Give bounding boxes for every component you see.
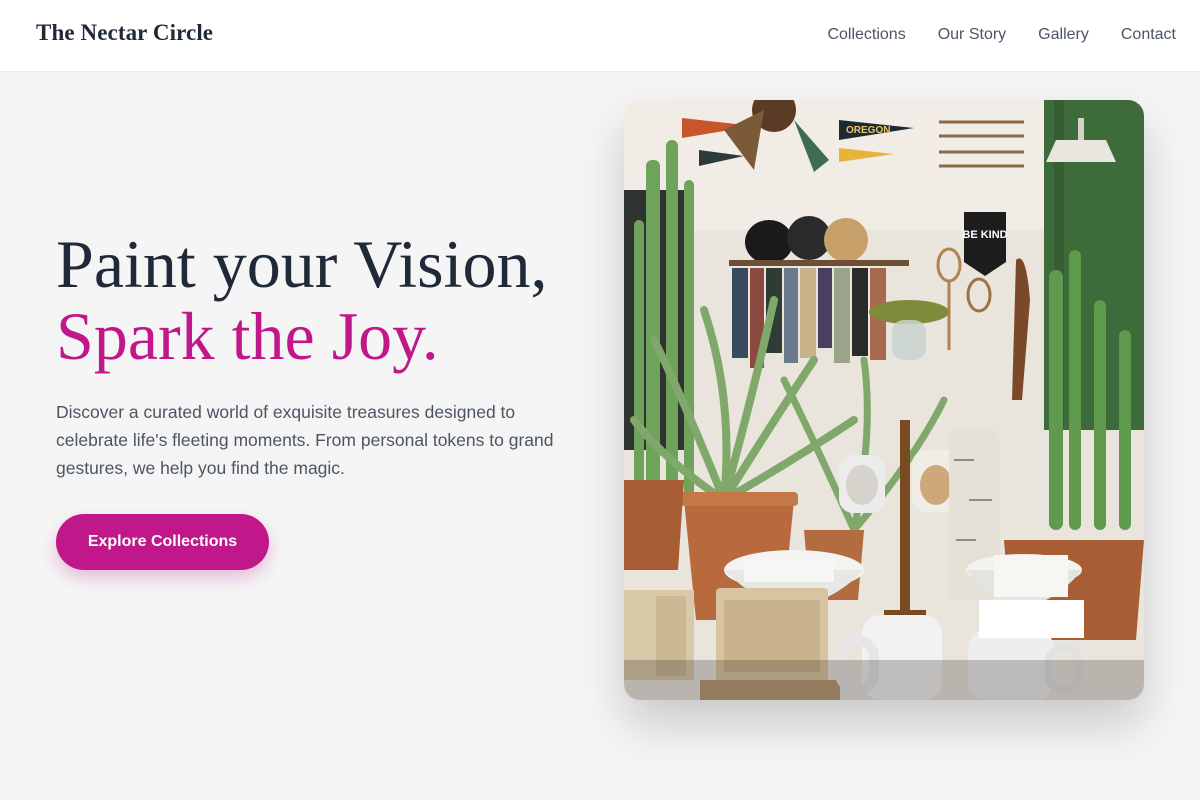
- nav-link-contact[interactable]: Contact: [1121, 25, 1176, 45]
- pennant-label: OREGON: [846, 125, 890, 136]
- boutique-illustration: OREGON BE KIND: [624, 100, 1144, 700]
- nav-link-collections[interactable]: Collections: [827, 25, 905, 45]
- site-header: The Nectar Circle Collections Our Story …: [0, 0, 1200, 72]
- headline-line-1: Paint your Vision,: [56, 226, 548, 302]
- hero-headline: Paint your Vision, Spark the Joy.: [56, 228, 547, 372]
- headline-line-2: Spark the Joy.: [56, 298, 439, 374]
- brand-logo[interactable]: The Nectar Circle: [36, 20, 213, 46]
- hero-description: Discover a curated world of exquisite tr…: [56, 402, 554, 478]
- main-nav: Collections Our Story Gallery Contact: [827, 25, 1176, 45]
- nav-link-gallery[interactable]: Gallery: [1038, 25, 1089, 45]
- explore-collections-button[interactable]: Explore Collections: [56, 514, 269, 570]
- nav-link-our-story[interactable]: Our Story: [938, 25, 1006, 45]
- hero-image: OREGON BE KIND: [624, 100, 1144, 700]
- banner-label: BE KIND: [962, 229, 1007, 241]
